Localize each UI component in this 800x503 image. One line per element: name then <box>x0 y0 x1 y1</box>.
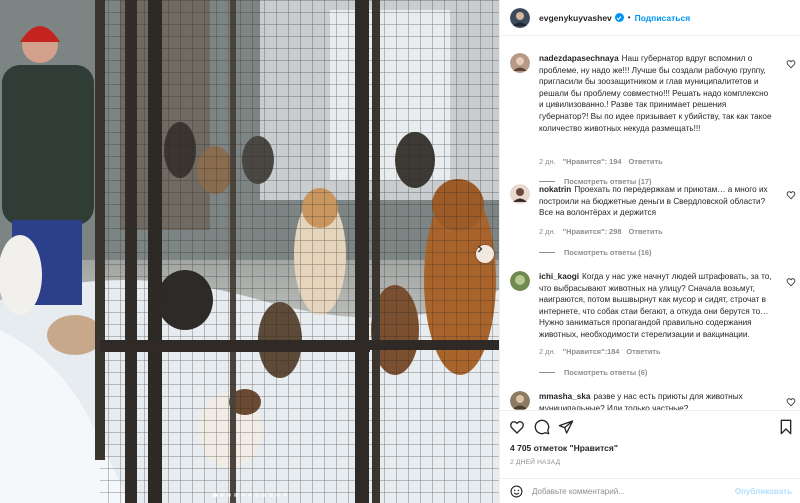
comment-text: mmasha_ska разве у нас есть приюты для жи… <box>539 391 775 410</box>
comment-likes[interactable]: "Нравится": 298 <box>563 227 622 236</box>
post-header: evgenykuyvashev • Подписаться <box>500 0 800 36</box>
post-time: 2 ДНЕЙ НАЗАД <box>510 459 561 466</box>
post-actions <box>500 410 800 442</box>
comment-time: 2 дн. <box>539 157 556 166</box>
carousel-indicator <box>0 493 499 497</box>
comment-meta: 2 дн. "Нравится":184 Ответить <box>539 347 661 356</box>
view-replies-label: Посмотреть ответы (6) <box>564 368 648 377</box>
reply-button[interactable]: Ответить <box>626 347 660 356</box>
heart-icon[interactable] <box>786 277 796 287</box>
chevron-right-icon <box>478 245 483 253</box>
comment-content: Проехать по передержкам и приютам… а мно… <box>539 185 768 218</box>
comment-content: Наш губернатор вдруг вспомнил о проблеме… <box>539 54 772 133</box>
post-photo[interactable] <box>0 0 499 503</box>
commenter-avatar[interactable] <box>510 271 530 291</box>
comment-likes[interactable]: "Нравится": 194 <box>563 157 622 166</box>
carousel-dot <box>261 493 266 497</box>
view-replies-button[interactable]: Посмотреть ответы (6) <box>539 368 647 377</box>
carousel-dot <box>282 493 287 497</box>
heart-icon[interactable] <box>509 419 525 435</box>
comment-text: nokatrin Проехать по передержкам и приюта… <box>539 184 775 219</box>
carousel-dot <box>226 493 231 497</box>
carousel-dot <box>254 493 259 497</box>
replies-line <box>539 181 555 182</box>
carousel-dot <box>240 493 245 497</box>
view-replies-label: Посмотреть ответы (16) <box>564 248 652 257</box>
replies-line <box>539 372 555 373</box>
carousel-dot <box>268 493 273 497</box>
comment-username[interactable]: mmasha_ska <box>539 392 590 401</box>
carousel-dot <box>212 493 217 497</box>
comment-time: 2 дн. <box>539 347 556 356</box>
reply-button[interactable]: Ответить <box>628 157 662 166</box>
comment-composer: Опубликовать <box>500 478 800 503</box>
comment-meta: 2 дн. "Нравится": 194 Ответить <box>539 157 663 166</box>
comment-username[interactable]: ichi_kaogi <box>539 272 579 281</box>
comment-likes[interactable]: "Нравится":184 <box>563 347 620 356</box>
comment-meta: 2 дн. "Нравится": 298 Ответить <box>539 227 663 236</box>
comment-username[interactable]: nokatrin <box>539 185 571 194</box>
reply-button[interactable]: Ответить <box>628 227 662 236</box>
post-panel: evgenykuyvashev • Подписаться nadezdapas… <box>499 0 800 503</box>
commenter-avatar[interactable] <box>510 184 530 204</box>
comment-text: nadezdapasechnaya Наш губернатор вдруг вс… <box>539 53 775 134</box>
carousel-dot <box>219 493 224 497</box>
comment-content: Когда у нас уже начнут людей штрафовать,… <box>539 272 772 339</box>
comment-input[interactable] <box>532 486 722 496</box>
author-avatar[interactable] <box>510 7 530 28</box>
carousel-dot <box>233 493 238 497</box>
header-separator: • <box>627 13 631 22</box>
bookmark-icon[interactable] <box>778 419 794 435</box>
publish-button[interactable]: Опубликовать <box>735 487 792 496</box>
verified-badge-icon <box>614 13 624 22</box>
dogs-behind-fence-image <box>0 0 499 503</box>
heart-icon[interactable] <box>786 190 796 200</box>
comment-icon[interactable] <box>534 419 550 435</box>
next-photo-button[interactable] <box>476 245 494 263</box>
carousel-dot <box>275 493 280 497</box>
comment-text: ichi_kaogi Когда у нас уже начнут людей ш… <box>539 271 775 341</box>
carousel-dot <box>247 493 252 497</box>
comment-username[interactable]: nadezdapasechnaya <box>539 54 619 63</box>
view-replies-button[interactable]: Посмотреть ответы (16) <box>539 248 651 257</box>
paper-plane-icon[interactable] <box>558 419 574 435</box>
commenter-avatar[interactable] <box>510 53 530 73</box>
replies-line <box>539 252 555 253</box>
emoji-icon[interactable] <box>510 485 523 498</box>
commenter-avatar[interactable] <box>510 391 530 410</box>
heart-icon[interactable] <box>786 397 796 407</box>
author-username[interactable]: evgenykuyvashev <box>539 13 612 23</box>
comment-time: 2 дн. <box>539 227 556 236</box>
follow-button[interactable]: Подписаться <box>635 13 691 23</box>
comments-list[interactable]: nadezdapasechnaya Наш губернатор вдруг вс… <box>500 37 800 410</box>
likes-count[interactable]: 4 705 отметок "Нравится" <box>510 443 618 453</box>
heart-icon[interactable] <box>786 59 796 69</box>
